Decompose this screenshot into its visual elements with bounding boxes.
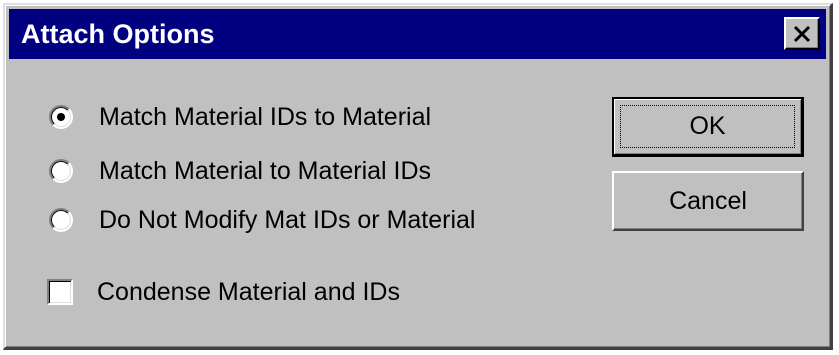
checkbox-label: Condense Material and IDs: [97, 277, 400, 306]
radio-label: Do Not Modify Mat IDs or Material: [99, 205, 476, 234]
title-bar[interactable]: Attach Options: [9, 9, 826, 59]
radio-label: Match Material IDs to Material: [99, 102, 432, 131]
cancel-button-label: Cancel: [669, 186, 747, 215]
checkbox[interactable]: [47, 279, 73, 305]
cancel-button[interactable]: Cancel: [612, 171, 804, 231]
radio-button-selected[interactable]: [49, 105, 73, 129]
radio-match-material-to-ids[interactable]: Match Material to Material IDs: [49, 156, 431, 186]
close-button[interactable]: [784, 17, 820, 50]
close-icon: [793, 25, 811, 42]
radio-do-not-modify[interactable]: Do Not Modify Mat IDs or Material: [49, 205, 476, 235]
radio-label: Match Material to Material IDs: [99, 156, 432, 185]
checkbox-condense[interactable]: Condense Material and IDs: [47, 277, 400, 307]
ok-button[interactable]: OK: [612, 97, 804, 157]
attach-options-dialog: Attach Options Match Material IDs to Mat…: [3, 3, 833, 350]
radio-button[interactable]: [49, 159, 73, 183]
ok-button-label: OK: [689, 112, 726, 140]
radio-button[interactable]: [49, 208, 73, 232]
window-title: Attach Options: [21, 19, 215, 49]
radio-match-ids-to-material[interactable]: Match Material IDs to Material: [49, 102, 431, 132]
radio-dot: [57, 113, 65, 121]
